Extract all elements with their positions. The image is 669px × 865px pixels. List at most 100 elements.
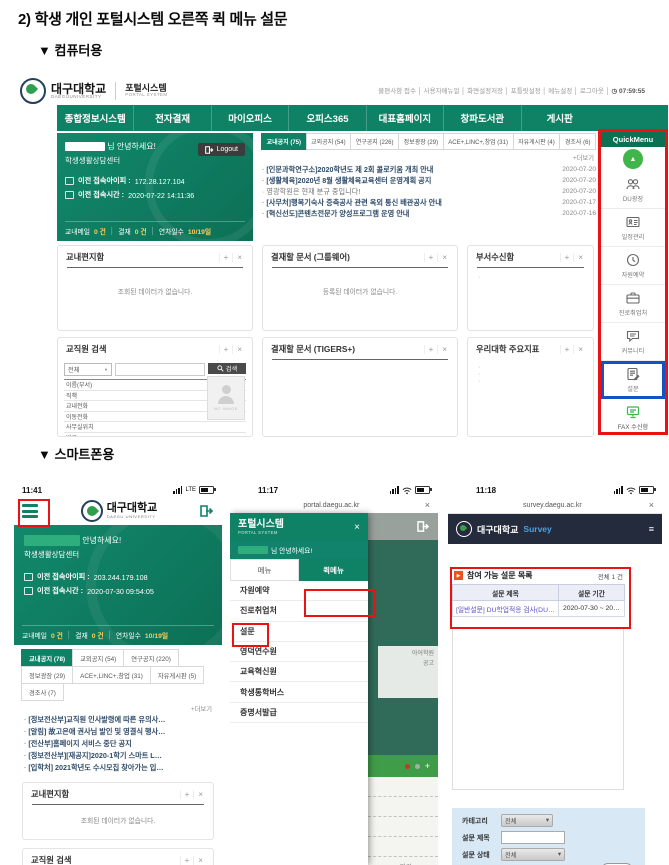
tab-menu[interactable]: 메뉴 xyxy=(230,559,299,581)
more-link[interactable]: +더보기 xyxy=(14,701,222,714)
portlet-close-button[interactable]: × xyxy=(573,345,587,354)
notice-tab[interactable]: 연구공지 (226) xyxy=(350,133,399,150)
mail-label[interactable]: 교내메일 xyxy=(22,630,47,640)
notice-item[interactable]: [입학처] 2021학년도 수시모집 찾아가는 입… xyxy=(14,762,222,774)
mail-label[interactable]: 교내메일 xyxy=(65,226,90,236)
background-table-fragment: 아어학원 공고 xyxy=(378,646,438,698)
quickmenu-item-community[interactable]: 커뮤니티 xyxy=(601,323,665,361)
notice-tab[interactable]: 교외공지 (54) xyxy=(306,133,352,150)
notice-tab[interactable]: 교외공지 (54) xyxy=(72,649,124,667)
close-icon[interactable]: × xyxy=(425,500,430,510)
notice-tab[interactable]: 경조사 (6) xyxy=(559,133,596,150)
notice-title[interactable]: [혁신선도]콘텐츠전문가 양성프로그램 운영 안내 xyxy=(262,208,552,219)
survey-status-label: 설문 상태 xyxy=(462,850,496,860)
browser-url[interactable]: portal.daegu.ac.kr xyxy=(238,502,425,509)
notice-item[interactable]: [전산부]홈페이지 서비스 중단 공지 xyxy=(14,738,222,750)
notice-tab[interactable]: 자유게시판 (4) xyxy=(513,133,561,150)
nav-item[interactable]: 오피스365 xyxy=(288,105,365,131)
row-label: 사무실위치 xyxy=(64,422,114,431)
close-icon[interactable]: × xyxy=(354,522,360,533)
close-icon[interactable]: × xyxy=(649,500,654,510)
notice-tab[interactable]: ACE+,LINC+,창업 (31) xyxy=(443,133,514,150)
logout-button[interactable]: Logout xyxy=(198,143,245,156)
notice-tab[interactable]: 교내공지 (75) xyxy=(261,133,307,150)
portlet-add-button[interactable]: + xyxy=(219,253,233,262)
quickmenu-item-schedule[interactable]: 일정관리 xyxy=(601,209,665,247)
monitor-icon xyxy=(65,177,74,185)
portlet-close-button[interactable]: × xyxy=(437,345,451,354)
survey-title-label: 설문 제목 xyxy=(462,833,496,843)
portlet-add-button[interactable]: + xyxy=(424,345,438,354)
notice-tab[interactable]: 자유게시판 (5) xyxy=(150,666,204,684)
status-bar: 11:41 LTE xyxy=(14,483,222,497)
portlet-close-button[interactable]: × xyxy=(193,790,207,799)
notice-tab[interactable]: 연구공지 (220) xyxy=(123,649,179,667)
notice-title[interactable]: [인문과학연구소]2020학년도 제 2회 콜로키움 개최 안내 xyxy=(262,164,552,175)
calendar-icon xyxy=(24,587,33,595)
portlet-add-button[interactable]: + xyxy=(424,253,438,262)
portlet-close-button[interactable]: × xyxy=(232,253,246,262)
hamburger-menu-icon[interactable]: ≡ xyxy=(649,524,654,534)
university-name: 대구대학교 xyxy=(51,83,106,95)
portlet-title: 교직원 검색 xyxy=(66,343,219,355)
portlet-close-button[interactable]: × xyxy=(573,253,587,262)
session-clock: ◷ 07:59:55 xyxy=(612,88,646,95)
portlet-add-button[interactable]: + xyxy=(219,345,233,354)
approval-label[interactable]: 결재 xyxy=(118,226,131,236)
nav-item[interactable]: 게시판 xyxy=(521,105,598,131)
tab-quickmenu[interactable]: 퀵메뉴 xyxy=(299,559,368,581)
survey-status-select[interactable]: 전체▾ xyxy=(501,848,565,861)
portlet-add-button[interactable]: + xyxy=(180,790,194,799)
quickmenu-item-fax-inbox[interactable]: FAX 수신함 xyxy=(601,399,665,435)
quickmenu-header: QuickMenu xyxy=(601,132,665,147)
portlet-add-button[interactable]: + xyxy=(560,253,574,262)
notice-title[interactable]: [생활체육]2020년 8월 생활체육교육센터 운영계획 공지 xyxy=(262,175,552,186)
browser-url[interactable]: survey.daegu.ac.kr xyxy=(456,502,649,509)
notice-item: [인문과학연구소]2020학년도 제 2회 콜로키움 개최 안내 2020-07… xyxy=(262,164,596,175)
notice-tab[interactable]: 교내공지 (78) xyxy=(21,649,73,667)
notice-item[interactable]: [정보전산부]교직원 인사발령에 따른 유의사… xyxy=(14,714,222,726)
nav-item[interactable]: 마이오피스 xyxy=(211,105,288,131)
notice-title[interactable]: [사무처]행복기숙사 증축공사 관련 옥외 통신 배관공사 안내 xyxy=(262,197,552,208)
row-label: 이동전화 xyxy=(64,412,114,421)
drawer-menu-item[interactable]: 학생통학버스 xyxy=(230,682,368,702)
category-select[interactable]: 전체▾ xyxy=(501,814,553,827)
university-name: 대구대학교 xyxy=(477,523,518,536)
more-link[interactable]: +더보기 xyxy=(264,153,594,162)
portlet-add-button[interactable]: + xyxy=(180,856,194,865)
staff-search-input[interactable] xyxy=(115,363,205,376)
portlet-close-button[interactable]: × xyxy=(193,856,207,865)
notice-title[interactable]: 영광학원은 현재 분규 중입니다! xyxy=(262,186,552,197)
notice-item[interactable]: [정보전산부][재공지]2020-1학기 스마트 L… xyxy=(14,750,222,762)
survey-title-input[interactable] xyxy=(501,831,565,844)
utility-links[interactable]: 불편사항 접수 │ 사용자메뉴얼 │ 화면설정저장 │ 포틀릿설정 │ 메뉴설정… xyxy=(378,85,645,95)
notice-tab[interactable]: 정보광장 (29) xyxy=(398,133,444,150)
survey-filter-form: 카테고리 전체▾ 설문 제목 설문 상태 전체▾ 검색 xyxy=(452,808,645,865)
portlet-close-button[interactable]: × xyxy=(232,345,246,354)
staff-search-select[interactable]: 전체▼ xyxy=(64,363,112,376)
drawer-menu-item[interactable]: 증명서발급 xyxy=(230,703,368,723)
nav-item[interactable]: 대표홈페이지 xyxy=(366,105,443,131)
nav-item[interactable]: 창파도서관 xyxy=(443,105,520,131)
quickmenu-item-career-center[interactable]: 진로취업처 xyxy=(601,285,665,323)
nav-item[interactable]: 전자결재 xyxy=(133,105,210,131)
portlet-add-button[interactable]: + xyxy=(560,345,574,354)
notice-tab[interactable]: 경조사 (7) xyxy=(21,683,64,701)
utility-links-text[interactable]: 불편사항 접수 │ 사용자메뉴얼 │ 화면설정저장 │ 포틀릿설정 │ 메뉴설정… xyxy=(378,88,609,95)
nav-item[interactable]: 종합정보시스템 xyxy=(57,105,133,131)
quickmenu-item-survey[interactable]: 설문 xyxy=(601,361,665,399)
quickmenu-label: 진로취업처 xyxy=(619,308,647,317)
logout-icon[interactable] xyxy=(200,505,214,517)
status-time: 11:41 xyxy=(22,486,42,495)
notice-tab[interactable]: ACE+,LINC+,창업 (31) xyxy=(72,666,151,684)
staff-search-button[interactable]: 검색 xyxy=(208,363,246,374)
approval-label[interactable]: 결재 xyxy=(75,630,88,640)
notice-item[interactable]: [알림] 故고은애 권사님 발인 및 영결식 행사… xyxy=(14,726,222,738)
chevron-down-icon: ▼ xyxy=(104,367,108,372)
drawer-menu-item[interactable]: 교육혁신원 xyxy=(230,662,368,682)
quickmenu-item-resource-reservation[interactable]: 자원예약 xyxy=(601,247,665,285)
notice-tab[interactable]: 정보광장 (29) xyxy=(21,666,73,684)
quickmenu-scroll-up-button[interactable]: ▲ xyxy=(623,149,643,169)
portlet-close-button[interactable]: × xyxy=(437,253,451,262)
quickmenu-item-du-plaza[interactable]: DU광장 xyxy=(601,171,665,209)
